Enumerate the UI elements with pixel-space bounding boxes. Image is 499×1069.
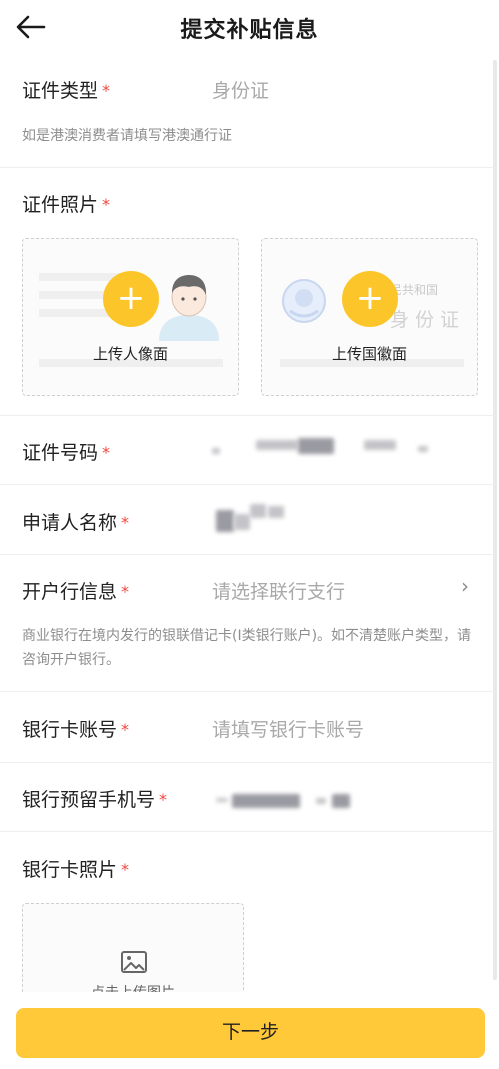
page-title: 提交补贴信息 [180,18,319,43]
divider [0,484,495,485]
required-mark: * [121,513,130,532]
divider [0,831,495,832]
upload-id-front[interactable]: + 上传人像面 [22,238,239,396]
add-icon: + [103,271,159,327]
bank-info-label: 开户行信息 * [22,581,130,603]
divider [0,167,495,168]
bank-card-number-input[interactable]: 请填写银行卡账号 [212,715,364,742]
upload-front-caption: 上传人像面 [92,345,168,363]
required-mark: * [121,582,130,601]
bank-info-hint: 商业银行在境内发行的银联借记卡(I类银行账户)。如不清楚账户类型，请咨询开户银行… [22,628,472,668]
upload-bank-card-caption: 点击上传图片 [23,982,243,992]
bank-card-number-label: 银行卡账号 * [22,719,130,741]
page: 提交补贴信息 证件类型* 身份证 如是港澳消费者请填写港澳通行证 证件照片* [0,0,499,1069]
applicant-name-label: 申请人名称 * [22,512,130,534]
image-icon [121,951,147,973]
divider [0,762,495,763]
bank-phone-label: 银行预留手机号 * [22,789,168,811]
bank-card-photo-label: 银行卡照片 * [22,859,130,881]
id-photo-label: 证件照片 * [22,194,111,216]
id-type-label: 证件类型 * [22,80,111,102]
required-mark: * [102,195,111,214]
required-mark: * [121,860,130,879]
applicant-name-field[interactable] [212,500,302,540]
required-mark: * [121,720,130,739]
id-number-field[interactable] [212,434,452,468]
form-content: 证件类型 * 身份证 如是港澳消费者请填写港澳通行证 证件照片 * + 上传人像… [0,56,495,992]
divider [0,415,495,416]
required-mark: * [102,81,111,100]
required-mark: * [102,443,111,462]
divider [0,691,495,692]
id-type-hint: 如是港澳消费者请填写港澳通行证 [22,128,232,144]
bank-branch-select[interactable]: 请选择联行支行 [212,577,345,604]
next-button[interactable]: 下一步 [16,1008,485,1058]
bank-phone-field[interactable] [212,786,362,816]
divider [0,554,495,555]
upload-back-caption: 上传国徽面 [331,345,407,363]
national-emblem-icon [282,279,326,323]
id-type-value[interactable]: 身份证 [212,76,269,103]
id-number-label: 证件号码 * [22,442,111,464]
portrait-icon [159,275,219,341]
upload-id-back[interactable]: 民共和国 身份证 + 上传国徽面 [261,238,478,396]
chevron-right-icon[interactable]: › [461,574,469,598]
bottom-bar: 下一步 [0,992,499,1069]
upload-bank-card[interactable]: 点击上传图片 [22,903,244,992]
card-title-text: 身份证 [390,309,466,331]
required-mark: * [159,790,168,809]
add-icon: + [342,271,398,327]
header: 提交补贴信息 [0,0,499,56]
